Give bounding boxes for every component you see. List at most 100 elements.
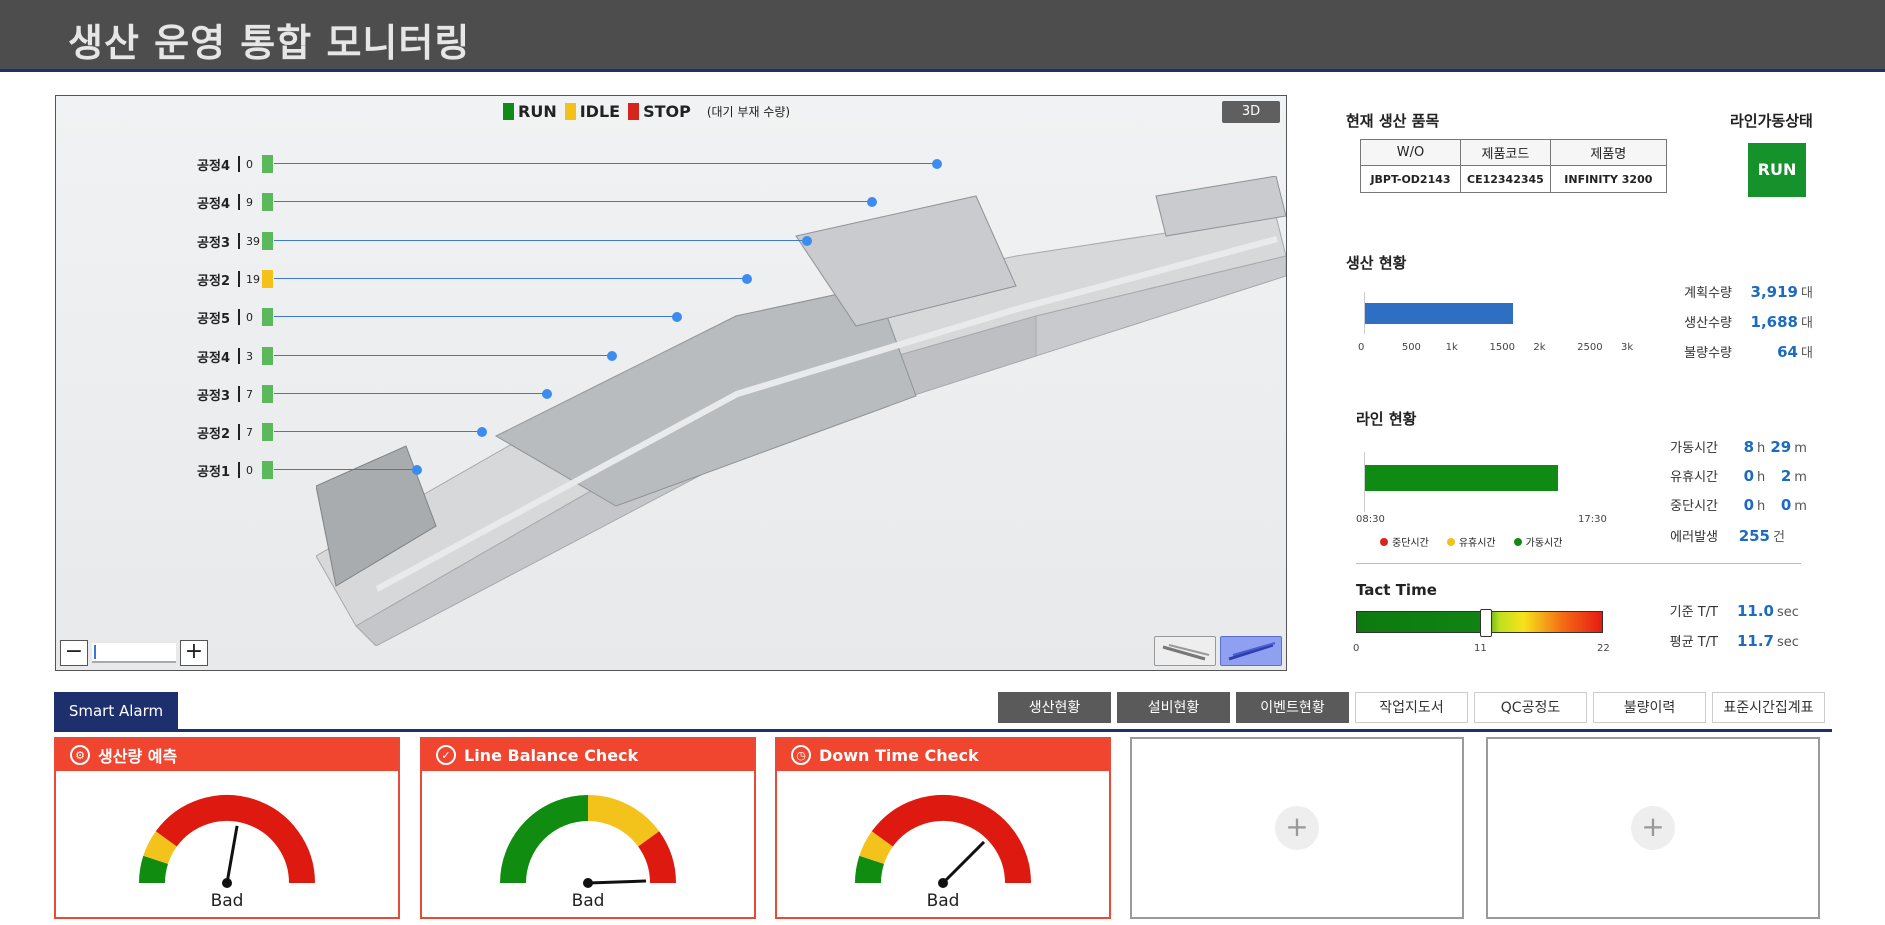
process-count: 0 (246, 463, 253, 477)
add-icon[interactable]: + (1275, 806, 1319, 850)
process-row[interactable]: 공정2 19 (56, 269, 1288, 289)
gauge-segment (500, 795, 589, 884)
page-title: 생산 운영 통합 모니터링 (68, 21, 471, 65)
production-tick: 0 (1358, 342, 1365, 353)
process-row[interactable]: 공정3 7 (56, 384, 1288, 404)
production-tick: 500 (1401, 342, 1421, 353)
process-leader-line (274, 316, 676, 317)
gauge-segment (143, 831, 178, 865)
process-name: 공정5 (197, 311, 230, 327)
stat-label: 가동시간 (1670, 441, 1718, 456)
process-leader-line (274, 278, 746, 279)
tab-1[interactable]: 설비현황 (1117, 692, 1230, 723)
view-side-button[interactable] (1154, 636, 1216, 666)
process-name: 공정4 (197, 158, 230, 174)
stat-value: 11.0 (1736, 602, 1774, 620)
add-icon[interactable]: + (1631, 806, 1675, 850)
gauge-needle (225, 825, 239, 884)
3d-button[interactable]: 3D (1222, 101, 1280, 123)
line-3d-viewer[interactable]: RUN IDLE STOP (대기 부재 수량) 3D 공정4 0 공정4 9 공정3 3… (55, 95, 1287, 671)
process-status-indicator (262, 270, 273, 288)
side-view-icon (1162, 644, 1210, 661)
alarm-card[interactable]: ⚙ 생산량 예측 Bad (54, 737, 400, 919)
process-row[interactable]: 공정5 0 (56, 307, 1288, 327)
tact-title: Tact Time (1356, 581, 1437, 599)
empty-card-2[interactable]: + (1486, 737, 1820, 919)
tab-3[interactable]: 작업지도서 (1355, 692, 1468, 723)
legend-idle: IDLE (564, 102, 620, 121)
tab-4[interactable]: QC공정도 (1474, 692, 1587, 723)
line-end-label: 17:30 (1578, 514, 1607, 525)
gauge-needle (587, 879, 647, 885)
process-marker-dot[interactable] (742, 274, 752, 284)
hour-unit: h (1757, 441, 1766, 456)
tab-2[interactable]: 이벤트현황 (1236, 692, 1349, 723)
line-status-title: 라인가동상태 (1730, 112, 1813, 130)
gauge-segment (637, 831, 676, 884)
process-marker-dot[interactable] (412, 465, 422, 475)
stat-unit: 대 (1801, 286, 1813, 301)
stat-value: 11.7 (1736, 632, 1774, 650)
cell-name: INFINITY 3200 (1549, 165, 1667, 193)
product-title: 현재 생산 품목 (1346, 112, 1440, 130)
process-marker-dot[interactable] (542, 389, 552, 399)
idle-swatch (564, 103, 576, 120)
stop-dot (1380, 537, 1388, 546)
process-row[interactable]: 공정3 39 (56, 231, 1288, 251)
process-row[interactable]: 공정4 3 (56, 346, 1288, 366)
line-stat: 유휴시간 0 h 2 m (1640, 466, 1807, 485)
process-marker-dot[interactable] (932, 159, 942, 169)
stat-value: 3,919 (1750, 283, 1798, 301)
view-buttons (1154, 636, 1282, 666)
tact-stat: 기준 T/T 11.0 sec (1640, 601, 1799, 620)
tab-underline (54, 729, 1832, 732)
production-tick: 1500 (1489, 342, 1515, 353)
view-iso-button[interactable] (1220, 636, 1282, 666)
process-divider (238, 156, 240, 172)
tab-6[interactable]: 표준시간집계표 (1712, 692, 1825, 723)
col-name: 제품명 (1549, 139, 1667, 166)
empty-card-1[interactable]: + (1130, 737, 1464, 919)
alarm-card-title: 생산량 예측 (98, 747, 178, 766)
line-stat: 중단시간 0 h 0 m (1640, 495, 1807, 514)
process-row[interactable]: 공정1 0 (56, 460, 1288, 480)
alarm-card-header: ⚙ 생산량 예측 (56, 739, 398, 771)
tab-bar: 생산현황 설비현황 이벤트현황 작업지도서 QC공정도 불량이력 표준시간집계표 (998, 692, 1825, 723)
zoom-control: − + (60, 640, 208, 666)
process-marker-dot[interactable] (607, 351, 617, 361)
process-divider (238, 386, 240, 402)
idle-dot (1446, 537, 1455, 546)
process-row[interactable]: 공정4 9 (56, 192, 1288, 212)
process-divider (238, 309, 240, 325)
process-marker-dot[interactable] (672, 312, 682, 322)
gauge-segment (855, 855, 885, 884)
process-leader-line (274, 201, 871, 202)
alarm-card[interactable]: ◷ Down Time Check Bad (775, 737, 1111, 919)
tab-0[interactable]: 생산현황 (998, 692, 1111, 723)
process-row[interactable]: 공정2 7 (56, 422, 1288, 442)
process-leader-line (274, 355, 611, 356)
process-leader-line (274, 469, 416, 470)
process-marker-dot[interactable] (802, 236, 812, 246)
process-leader-line (274, 163, 936, 164)
process-divider (238, 194, 240, 210)
process-count: 0 (246, 157, 253, 171)
gauge-segment (871, 795, 1031, 884)
zoom-in-button[interactable]: + (180, 640, 208, 666)
process-divider (238, 424, 240, 440)
process-marker-dot[interactable] (477, 427, 487, 437)
zoom-slider[interactable] (92, 643, 176, 663)
gear-icon: ⚙ (70, 745, 90, 765)
gauge-chart (500, 795, 676, 888)
process-count: 7 (246, 425, 253, 439)
alarm-card[interactable]: ✓ Line Balance Check Bad (420, 737, 756, 919)
process-status-indicator (262, 461, 273, 479)
tab-smart-alarm[interactable]: Smart Alarm (54, 692, 178, 730)
process-status-indicator (262, 193, 273, 211)
process-row[interactable]: 공정4 0 (56, 154, 1288, 174)
process-marker-dot[interactable] (867, 197, 877, 207)
tab-5[interactable]: 불량이력 (1593, 692, 1706, 723)
gauge-segment (587, 795, 660, 847)
line-stat: 가동시간 8 h 29 m (1640, 437, 1807, 456)
zoom-out-button[interactable]: − (60, 640, 88, 666)
